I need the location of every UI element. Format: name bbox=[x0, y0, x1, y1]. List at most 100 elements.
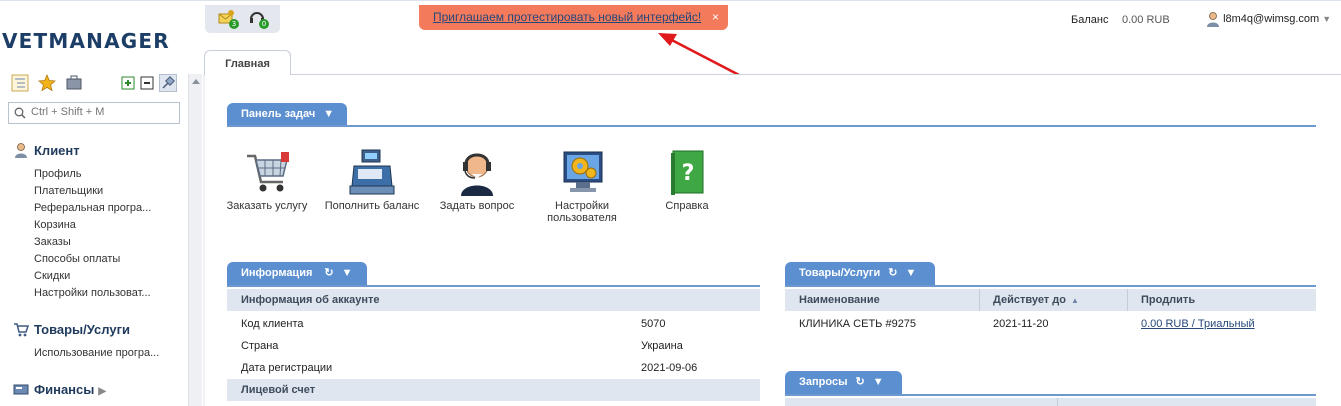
support-agent-icon bbox=[461, 153, 493, 196]
tile-order-service[interactable]: Заказать услугу bbox=[219, 148, 315, 212]
balance-value: 0.00 RUB bbox=[1122, 14, 1170, 26]
briefcase-icon[interactable] bbox=[65, 74, 83, 92]
search-icon bbox=[14, 107, 26, 119]
sidebar-search[interactable] bbox=[8, 102, 180, 124]
top-border bbox=[0, 0, 1341, 4]
pin-icon[interactable] bbox=[159, 74, 177, 92]
sidebar-section-client[interactable]: Клиент bbox=[13, 142, 80, 158]
sidebar-scrollbar[interactable] bbox=[188, 74, 202, 406]
column-header-until[interactable]: Действует до ▲ bbox=[993, 289, 1079, 312]
user-menu[interactable]: l8m4q@wimsg.com ▼ bbox=[1206, 11, 1331, 27]
column-header-until-label: Действует до bbox=[993, 294, 1066, 306]
refresh-icon[interactable]: ↻ bbox=[888, 267, 897, 279]
requests-table-header bbox=[785, 398, 1316, 406]
sidebar-item-program-usage[interactable]: Использование програ... bbox=[34, 347, 159, 359]
balance-label: Баланс bbox=[1071, 14, 1109, 26]
info-row-label: Страна bbox=[241, 340, 279, 352]
tile-top-up-balance[interactable]: Пополнить баланс bbox=[324, 148, 420, 212]
info-title: Информация bbox=[241, 267, 313, 279]
chevron-down-icon: ▼ bbox=[1322, 13, 1332, 24]
sidebar-item-user-settings[interactable]: Настройки пользоват... bbox=[34, 287, 151, 299]
tree-icon[interactable] bbox=[11, 74, 29, 92]
scroll-up-icon[interactable] bbox=[192, 79, 200, 84]
collapse-all-icon[interactable] bbox=[138, 74, 156, 92]
sidebar-section-finance[interactable]: Финансы ▶ bbox=[13, 381, 106, 397]
info-section-personal-account: Лицевой счет bbox=[227, 379, 760, 401]
refresh-icon[interactable]: ↻ bbox=[324, 267, 333, 279]
sidebar-item-profile[interactable]: Профиль bbox=[34, 168, 82, 180]
goods-cell-name: КЛИНИКА СЕТЬ #9275 bbox=[799, 318, 917, 330]
sidebar-section-goods[interactable]: Товары/Услуги bbox=[13, 321, 130, 337]
chevron-down-icon[interactable]: ▼ bbox=[323, 108, 334, 120]
goods-divider bbox=[785, 285, 1316, 287]
info-header[interactable]: Информация ↻ ▼ bbox=[227, 262, 367, 285]
svg-text:?: ? bbox=[682, 161, 695, 186]
headset-icon[interactable]: 0 bbox=[248, 9, 269, 29]
sidebar-item-payers[interactable]: Плательщики bbox=[34, 185, 103, 197]
new-interface-banner: Приглашаем протестировать новый интерфей… bbox=[419, 5, 728, 30]
sidebar-item-cart[interactable]: Корзина bbox=[34, 219, 76, 231]
refresh-icon[interactable]: ↻ bbox=[855, 376, 864, 388]
column-header-name[interactable]: Наименование bbox=[799, 289, 880, 311]
info-row-label: Код клиента bbox=[241, 318, 304, 330]
banner-link[interactable]: Приглашаем протестировать новый интерфей… bbox=[433, 10, 701, 24]
goods-renew-link[interactable]: 0.00 RUB / Триальный bbox=[1141, 318, 1255, 330]
info-row-value: Украина bbox=[641, 340, 683, 352]
notification-count: 3 bbox=[229, 19, 239, 29]
column-separator bbox=[979, 289, 980, 311]
main-panel bbox=[205, 74, 1341, 406]
finance-icon bbox=[13, 381, 29, 397]
expand-all-icon[interactable] bbox=[119, 74, 137, 92]
chevron-down-icon[interactable]: ▼ bbox=[873, 376, 884, 388]
info-section-account: Информация об аккаунте bbox=[227, 289, 760, 311]
search-input[interactable] bbox=[31, 106, 171, 118]
tile-ask-question[interactable]: Задать вопрос bbox=[429, 148, 525, 212]
sidebar-toolbar bbox=[9, 73, 181, 94]
requests-divider bbox=[785, 394, 1316, 396]
info-row-value: 2021-09-06 bbox=[641, 362, 698, 374]
app-logo[interactable]: VETMANAGER bbox=[2, 29, 170, 53]
notification-bar: 3 0 bbox=[205, 5, 280, 33]
help-book-icon: ? bbox=[671, 150, 704, 195]
chevron-right-icon: ▶ bbox=[98, 386, 107, 397]
star-icon[interactable] bbox=[38, 73, 56, 92]
column-separator bbox=[1127, 289, 1128, 311]
tile-label: Справка bbox=[665, 200, 709, 212]
tile-label: Пополнить баланс bbox=[324, 200, 420, 212]
chevron-down-icon[interactable]: ▼ bbox=[342, 267, 353, 279]
tile-label: Заказать услугу bbox=[226, 200, 308, 212]
tile-help[interactable]: ? Справка bbox=[639, 148, 735, 212]
sidebar-item-payment-methods[interactable]: Способы оплаты bbox=[34, 253, 120, 265]
banner-close-icon[interactable]: × bbox=[712, 5, 719, 29]
cart-icon bbox=[13, 321, 30, 337]
user-email: l8m4q@wimsg.com bbox=[1223, 12, 1320, 25]
sidebar-item-discounts[interactable]: Скидки bbox=[34, 270, 70, 282]
tile-user-settings[interactable]: Настройки пользователя bbox=[534, 148, 630, 224]
shopping-cart-icon bbox=[247, 152, 289, 192]
sidebar-item-orders[interactable]: Заказы bbox=[34, 236, 71, 248]
goods-header[interactable]: Товары/Услуги ↻ ▼ bbox=[785, 262, 935, 285]
taskbar-header[interactable]: Панель задач ▼ bbox=[227, 103, 347, 126]
user-icon bbox=[1206, 11, 1220, 27]
sidebar-section-label: Финансы bbox=[34, 382, 95, 397]
tab-main[interactable]: Главная bbox=[204, 50, 291, 75]
goods-table-header: Наименование Действует до ▲ Продлить bbox=[785, 289, 1316, 311]
column-separator bbox=[1057, 398, 1058, 406]
requests-header[interactable]: Запросы ↻ ▼ bbox=[785, 371, 902, 394]
requests-title: Запросы bbox=[799, 376, 848, 388]
chevron-down-icon[interactable]: ▼ bbox=[905, 267, 916, 279]
tile-label: Настройки пользователя bbox=[547, 200, 617, 224]
goods-cell-until: 2021-11-20 bbox=[993, 318, 1049, 330]
cash-register-icon bbox=[349, 149, 395, 195]
taskbar-title: Панель задач bbox=[241, 108, 316, 120]
tile-label: Задать вопрос bbox=[439, 200, 515, 212]
sidebar-section-label: Клиент bbox=[34, 143, 80, 158]
sidebar-item-referral[interactable]: Реферальная програ... bbox=[34, 202, 151, 214]
sort-asc-icon: ▲ bbox=[1070, 296, 1079, 305]
info-row-label: Дата регистрации bbox=[241, 362, 333, 374]
info-divider bbox=[227, 285, 760, 287]
goods-title: Товары/Услуги bbox=[799, 267, 881, 279]
column-header-renew[interactable]: Продлить bbox=[1141, 289, 1195, 311]
client-icon bbox=[13, 142, 29, 158]
envelope-key-icon[interactable]: 3 bbox=[218, 9, 239, 29]
